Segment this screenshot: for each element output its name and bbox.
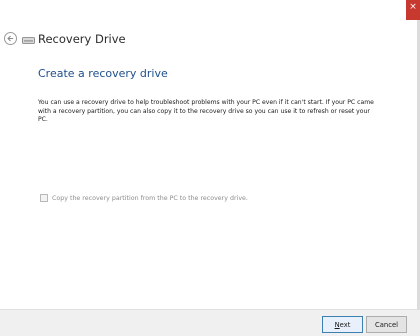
page-description: You can use a recovery drive to help tro… [38, 99, 374, 124]
window-title: Recovery Drive [38, 32, 126, 46]
recovery-drive-window: × Recovery Drive Create a recovery drive… [0, 0, 420, 336]
close-button[interactable]: × [406, 0, 420, 20]
drive-icon [22, 37, 35, 44]
page-heading: Create a recovery drive [38, 67, 168, 80]
back-button[interactable] [4, 32, 17, 45]
copy-partition-option[interactable]: Copy the recovery partition from the PC … [40, 194, 248, 202]
close-icon: × [409, 2, 417, 12]
copy-partition-checkbox[interactable] [40, 194, 48, 202]
cancel-button-label: Cancel [374, 320, 399, 329]
next-button[interactable]: Next [322, 316, 363, 333]
back-arrow-icon [7, 35, 14, 42]
cancel-button[interactable]: Cancel [366, 316, 407, 333]
copy-partition-label: Copy the recovery partition from the PC … [52, 194, 248, 202]
next-button-label: ext [339, 320, 351, 329]
